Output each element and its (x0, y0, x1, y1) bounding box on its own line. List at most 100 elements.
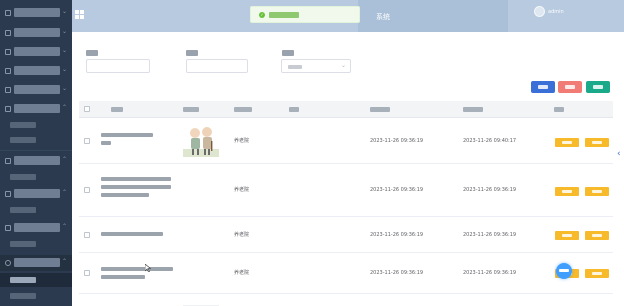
sidebar-subitem[interactable] (0, 118, 72, 132)
sidebar-item-2[interactable]: ⌄ (0, 25, 72, 41)
sidebar-divider (0, 150, 72, 151)
table-row[interactable]: 养老院 2023-11-26 09:36:19 2023-11-26 09:40… (79, 118, 613, 164)
user-menu[interactable]: admin (520, 0, 624, 32)
detail-button[interactable] (555, 187, 579, 196)
sidebar-subitem[interactable] (0, 237, 72, 251)
chevron-down-icon: ⌄ (340, 62, 346, 69)
title-line (101, 177, 171, 181)
row-checkbox[interactable] (84, 270, 90, 276)
sidebar-item-label (14, 8, 60, 17)
chevron-down-icon: ⌄ (62, 8, 68, 15)
sidebar-subitem[interactable] (0, 170, 72, 184)
title-line (101, 141, 111, 145)
column-header (111, 107, 123, 112)
chevron-down-icon: ⌄ (62, 85, 68, 92)
detail-button[interactable] (555, 231, 579, 240)
chevron-down-icon: ⌄ (62, 66, 68, 73)
search-input-2[interactable] (186, 59, 248, 73)
row-checkbox[interactable] (84, 138, 90, 144)
sidebar-item-system[interactable]: ⌃ (0, 255, 72, 271)
updated-time-cell: 2023-11-26 09:36:19 (463, 270, 517, 276)
toast-message (269, 12, 299, 18)
folder-icon (5, 106, 11, 112)
sidebar-subitem[interactable] (0, 289, 72, 303)
table-row[interactable]: 养老院 2023-11-26 09:36:19 2023-11-26 09:36… (79, 217, 613, 253)
category-cell: 养老院 (234, 138, 250, 144)
sidebar-item-8[interactable]: ⌃ (0, 186, 72, 202)
chevron-up-icon: ⌃ (62, 156, 68, 163)
table-row[interactable]: 养老院 2023-11-26 09:36:19 2023-11-26 09:36… (79, 253, 613, 294)
category-cell: 养老院 (234, 187, 250, 193)
updated-time-cell: 2023-11-26 09:36:19 (463, 232, 517, 238)
view-button[interactable] (585, 187, 609, 196)
folder-icon (5, 30, 11, 36)
chevron-up-icon: ⌃ (62, 223, 68, 230)
success-toast: ✓ (250, 6, 360, 23)
sidebar-subitem-label (10, 293, 36, 299)
title-line (101, 185, 171, 189)
row-checkbox[interactable] (84, 232, 90, 238)
title-line (101, 232, 163, 236)
user-name: admin (548, 9, 564, 15)
app-window: ⌄ ⌄ ⌄ ⌄ ⌄ ⌃ ⌃ ⌃ ⌃ ⌃ 系统 admin ✓ ⌄ 养老院 202… (0, 0, 624, 306)
sidebar-item-4[interactable]: ⌄ (0, 63, 72, 79)
chevron-left-icon[interactable]: ‹ (617, 148, 624, 160)
table-row[interactable] (79, 294, 613, 306)
sidebar-item-9[interactable]: ⌃ (0, 220, 72, 236)
sidebar-item-1[interactable]: ⌄ (0, 5, 72, 21)
created-time-cell: 2023-11-26 09:36:19 (370, 138, 424, 144)
view-button[interactable] (585, 269, 609, 278)
search-button[interactable] (531, 81, 555, 93)
sidebar-subitem-label (10, 277, 36, 283)
sidebar-subitem[interactable] (0, 133, 72, 147)
column-header (183, 107, 199, 112)
folder-icon (5, 49, 11, 55)
created-time-cell: 2023-11-26 09:36:19 (370, 187, 424, 193)
sidebar-subitem-active[interactable] (0, 273, 72, 287)
title-line (101, 275, 145, 279)
sidebar-subitem-label (10, 241, 36, 247)
column-header (370, 107, 390, 112)
column-header (234, 107, 252, 112)
category-select[interactable]: ⌄ (281, 59, 351, 73)
pointer-icon (144, 257, 152, 273)
chevron-up-icon: ⌃ (62, 258, 68, 265)
select-label (282, 50, 294, 56)
grid-icon[interactable] (75, 10, 84, 19)
view-button[interactable] (585, 231, 609, 240)
row-checkbox[interactable] (84, 187, 90, 193)
sidebar-item-7[interactable]: ⌃ (0, 153, 72, 169)
sidebar-item-5[interactable]: ⌄ (0, 82, 72, 98)
chat-icon[interactable] (556, 263, 572, 279)
add-button[interactable] (586, 81, 610, 93)
sidebar-item-label (14, 85, 60, 94)
delete-button[interactable] (558, 81, 582, 93)
detail-button[interactable] (555, 138, 579, 147)
sidebar-subitem-label (10, 207, 36, 213)
select-all-checkbox[interactable] (84, 106, 90, 112)
sidebar-item-label (14, 156, 60, 165)
folder-icon (5, 10, 11, 16)
sidebar-item-3[interactable]: ⌄ (0, 44, 72, 60)
category-cell: 养老院 (234, 232, 250, 238)
sidebar-subitem-label (10, 122, 36, 128)
view-button[interactable] (585, 138, 609, 147)
table-row[interactable]: 养老院 2023-11-26 09:36:19 2023-11-26 09:36… (79, 164, 613, 217)
elderly-illustration (183, 298, 219, 306)
delete-button-label (565, 85, 575, 89)
chevron-up-icon: ⌃ (62, 104, 68, 111)
sidebar-item-6[interactable]: ⌃ (0, 101, 72, 117)
select-value (288, 65, 302, 69)
column-header (463, 107, 483, 112)
title-line (101, 193, 149, 197)
search-label-1 (86, 50, 98, 56)
data-table: 养老院 2023-11-26 09:36:19 2023-11-26 09:40… (79, 101, 613, 306)
folder-icon (5, 191, 11, 197)
brand-title: 系统 (376, 13, 390, 21)
search-label-2 (186, 50, 198, 56)
chevron-up-icon: ⌃ (62, 189, 68, 196)
folder-icon (5, 87, 11, 93)
search-input-1[interactable] (86, 59, 150, 73)
sidebar-subitem[interactable] (0, 203, 72, 217)
sidebar-subitem-label (10, 174, 36, 180)
